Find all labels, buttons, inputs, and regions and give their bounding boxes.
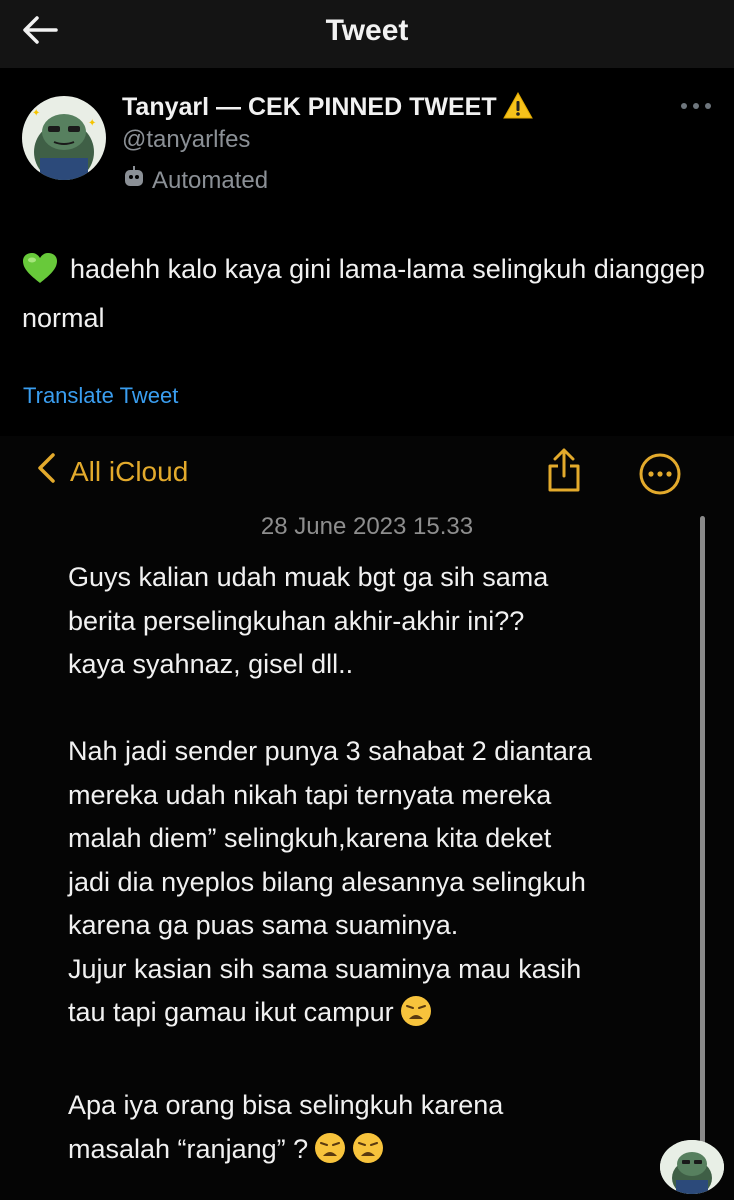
note-line: Guys kalian udah muak bgt ga sih sama <box>68 562 549 592</box>
note-line: Apa iya orang bisa selingkuh karena <box>68 1090 504 1120</box>
note-line: masalah “ranjang” ? <box>68 1133 309 1164</box>
share-button[interactable] <box>546 448 582 497</box>
warning-icon <box>502 91 533 126</box>
author-handle[interactable]: @tanyarlfes <box>122 126 250 154</box>
note-line-with-emoji: tau tapi gamau ikut campur <box>68 991 688 1041</box>
bot-icon <box>122 166 146 195</box>
author-name-row[interactable]: Tanyarl — CEK PINNED TWEET <box>122 91 533 126</box>
tweet-body: hadehh kalo kaya gini lama-lama selingku… <box>22 254 705 333</box>
watermark-avatar <box>660 1140 724 1194</box>
note-body: Guys kalian udah muak bgt ga sih sama be… <box>68 556 688 1177</box>
more-horizontal-icon <box>680 97 712 115</box>
more-options-button[interactable] <box>676 94 716 118</box>
weary-face-emoji-icon <box>352 1132 384 1178</box>
svg-text:✦: ✦ <box>88 118 96 129</box>
note-line: tau tapi gamau ikut campur <box>68 997 394 1027</box>
tweet-text: hadehh kalo kaya gini lama-lama selingku… <box>22 248 712 340</box>
note-line: Nah jadi sender punya 3 sahabat 2 dianta… <box>68 736 592 766</box>
translate-tweet-link[interactable]: Translate Tweet <box>23 383 178 409</box>
note-line: jadi dia nyeplos bilang alesannya seling… <box>68 866 586 897</box>
svg-text:✦: ✦ <box>32 108 40 119</box>
weary-face-emoji-icon <box>400 995 432 1041</box>
author-name[interactable]: Tanyarl — CEK PINNED TWEET <box>122 93 497 121</box>
weary-face-emoji-icon <box>314 1132 346 1178</box>
attached-image[interactable]: All iCloud 28 June 2023 15.33 Guys kalia… <box>0 436 734 1200</box>
note-line: Jujur kasian sih sama suaminya mau kasih <box>68 953 582 984</box>
scrollbar[interactable] <box>700 516 705 1192</box>
ellipsis-circle-icon <box>638 453 682 500</box>
more-circle-button[interactable] <box>638 452 682 501</box>
note-line: berita perselingkuhan akhir-akhir ini?? <box>68 605 525 636</box>
note-line: mereka udah nikah tapi ternyata mereka <box>68 779 552 810</box>
note-line: karena ga puas sama suaminya. <box>68 910 459 940</box>
chevron-left-icon <box>36 452 56 491</box>
automated-label-row: Automated <box>122 166 268 195</box>
page-title: Tweet <box>325 14 409 47</box>
all-icloud-label: All iCloud <box>70 455 189 487</box>
share-icon <box>546 448 582 496</box>
note-date: 28 June 2023 15.33 <box>260 513 474 540</box>
all-icloud-button[interactable]: All iCloud <box>36 452 188 491</box>
green-heart-icon <box>22 252 58 297</box>
automated-label: Automated <box>152 166 269 194</box>
avatar[interactable]: ✦ ✦ <box>22 96 106 180</box>
note-line: kaya syahnaz, gisel dll.. <box>68 649 354 679</box>
note-line-with-emoji: masalah “ranjang” ? <box>68 1128 688 1178</box>
top-bar: Tweet <box>0 0 734 68</box>
note-line: malah diem” selingkuh,karena kita deket <box>68 823 552 853</box>
